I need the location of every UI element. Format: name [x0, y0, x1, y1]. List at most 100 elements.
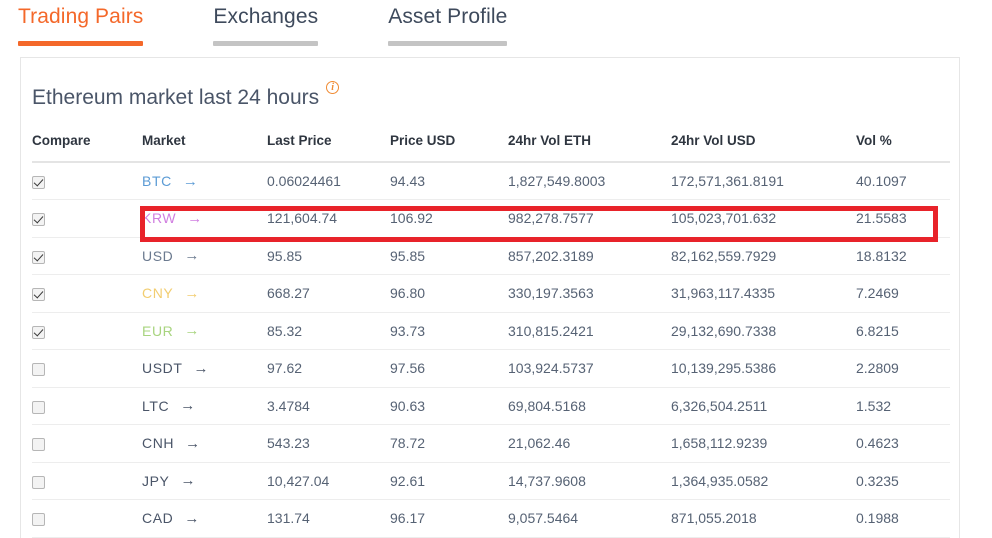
market-card: Ethereum market last 24 hours i CompareM… — [20, 57, 960, 538]
vol-usd-cell: 6,326,504.2511 — [671, 387, 856, 425]
table-row: EUR → 85.3293.73310,815.242129,132,690.733… — [32, 312, 950, 350]
price-usd-cell: 90.63 — [390, 387, 508, 425]
compare-checkbox[interactable] — [32, 213, 45, 226]
tab-label: Trading Pairs — [18, 4, 143, 30]
vol-usd-cell: 31,963,117.4335 — [671, 275, 856, 313]
last-price-cell: 543.23 — [267, 425, 390, 463]
market-link[interactable]: JPY — [142, 473, 169, 489]
vol-eth-cell: 982,278.7577 — [508, 200, 671, 238]
tab-underline — [388, 41, 507, 46]
compare-checkbox[interactable] — [32, 363, 45, 376]
compare-checkbox[interactable] — [32, 438, 45, 451]
price-usd-cell: 93.73 — [390, 312, 508, 350]
arrow-right-icon: → — [183, 174, 199, 189]
price-usd-cell: 106.92 — [390, 200, 508, 238]
compare-checkbox[interactable] — [32, 251, 45, 264]
compare-checkbox[interactable] — [32, 513, 45, 526]
last-price-cell: 131.74 — [267, 500, 390, 538]
arrow-right-icon: → — [185, 436, 201, 451]
table-body: BTC→0.0602446194.431,827,549.8003172,571… — [32, 162, 950, 537]
table-row: BTC→0.0602446194.431,827,549.8003172,571… — [32, 162, 950, 200]
last-price-cell: 3.4784 — [267, 387, 390, 425]
vol-eth-cell: 330,197.3563 — [508, 275, 671, 313]
vol-usd-cell: 172,571,361.8191 — [671, 162, 856, 200]
arrow-right-icon: → — [184, 286, 200, 301]
compare-checkbox[interactable] — [32, 288, 45, 301]
compare-cell — [32, 200, 142, 238]
tab-exchanges[interactable]: Exchanges — [213, 0, 318, 46]
vol-pct-cell: 40.1097 — [856, 162, 950, 200]
market-cell: JPY→ — [142, 462, 267, 500]
vol-usd-cell: 1,658,112.9239 — [671, 425, 856, 463]
vol-eth-cell: 310,815.2421 — [508, 312, 671, 350]
vol-pct-cell: 21.5583 — [856, 200, 950, 238]
compare-checkbox[interactable] — [32, 401, 45, 414]
price-usd-cell: 92.61 — [390, 462, 508, 500]
vol-usd-cell: 29,132,690.7338 — [671, 312, 856, 350]
last-price-cell: 121,604.74 — [267, 200, 390, 238]
column-header: 24hr Vol ETH — [508, 133, 671, 162]
column-header: Vol % — [856, 133, 950, 162]
market-cell: BTC → — [142, 162, 267, 200]
market-link[interactable]: KRW — [142, 210, 176, 226]
last-price-cell: 97.62 — [267, 350, 390, 388]
market-link[interactable]: EUR — [142, 323, 173, 339]
table-row: USD→95.8595.85857,202.318982,162,559.792… — [32, 237, 950, 275]
last-price-cell: 85.32 — [267, 312, 390, 350]
column-header: Market — [142, 133, 267, 162]
arrow-right-icon: → — [180, 398, 196, 413]
compare-checkbox[interactable] — [32, 476, 45, 489]
market-cell: CNY → — [142, 275, 267, 313]
market-cell: KRW→ — [142, 200, 267, 238]
price-usd-cell: 96.17 — [390, 500, 508, 538]
compare-cell — [32, 387, 142, 425]
price-usd-cell: 95.85 — [390, 237, 508, 275]
vol-usd-cell: 82,162,559.7929 — [671, 237, 856, 275]
vol-usd-cell: 10,139,295.5386 — [671, 350, 856, 388]
last-price-cell: 668.27 — [267, 275, 390, 313]
info-icon[interactable]: i — [326, 81, 339, 94]
table-row: CNH→543.2378.7221,062.461,658,112.92390.… — [32, 425, 950, 463]
market-link[interactable]: CNY — [142, 285, 173, 301]
vol-eth-cell: 9,057.5464 — [508, 500, 671, 538]
arrow-right-icon: → — [184, 323, 200, 338]
tab-bar: Trading Pairs Exchanges Asset Profile — [0, 0, 992, 47]
market-cell: USD → — [142, 237, 267, 275]
arrow-right-icon: → — [184, 511, 200, 526]
tab-asset-profile[interactable]: Asset Profile — [388, 0, 507, 46]
tab-trading-pairs[interactable]: Trading Pairs — [18, 0, 143, 46]
vol-pct-cell: 0.3235 — [856, 462, 950, 500]
arrow-right-icon: → — [184, 248, 200, 263]
vol-eth-cell: 1,827,549.8003 — [508, 162, 671, 200]
table-header-row: CompareMarketLast PricePrice USD24hr Vol… — [32, 133, 950, 162]
column-header: 24hr Vol USD — [671, 133, 856, 162]
last-price-cell: 95.85 — [267, 237, 390, 275]
market-link[interactable]: CAD — [142, 510, 173, 526]
vol-pct-cell: 2.2809 — [856, 350, 950, 388]
market-cell: CAD → — [142, 500, 267, 538]
vol-eth-cell: 103,924.5737 — [508, 350, 671, 388]
market-link[interactable]: USDT — [142, 360, 183, 376]
tab-label: Asset Profile — [388, 4, 507, 30]
market-link[interactable]: CNH — [142, 435, 174, 451]
compare-checkbox[interactable] — [32, 326, 45, 339]
vol-eth-cell: 21,062.46 — [508, 425, 671, 463]
market-link[interactable]: BTC — [142, 173, 172, 189]
tab-label: Exchanges — [213, 4, 318, 30]
compare-checkbox[interactable] — [32, 176, 45, 189]
column-header: Last Price — [267, 133, 390, 162]
arrow-right-icon: → — [194, 361, 210, 376]
vol-eth-cell: 14,737.9608 — [508, 462, 671, 500]
vol-usd-cell: 871,055.2018 — [671, 500, 856, 538]
table-row: CAD→131.7496.179,057.5464871,055.20180.1… — [32, 500, 950, 538]
last-price-cell: 10,427.04 — [267, 462, 390, 500]
table-row: LTC→3.478490.6369,804.51686,326,504.2511… — [32, 387, 950, 425]
compare-cell — [32, 275, 142, 313]
tab-underline — [18, 41, 143, 46]
market-link[interactable]: USD — [142, 248, 173, 264]
vol-usd-cell: 105,023,701.632 — [671, 200, 856, 238]
vol-pct-cell: 0.4623 — [856, 425, 950, 463]
compare-cell — [32, 350, 142, 388]
table-row: KRW→121,604.74106.92982,278.7577105,023,… — [32, 200, 950, 238]
market-link[interactable]: LTC — [142, 398, 169, 414]
